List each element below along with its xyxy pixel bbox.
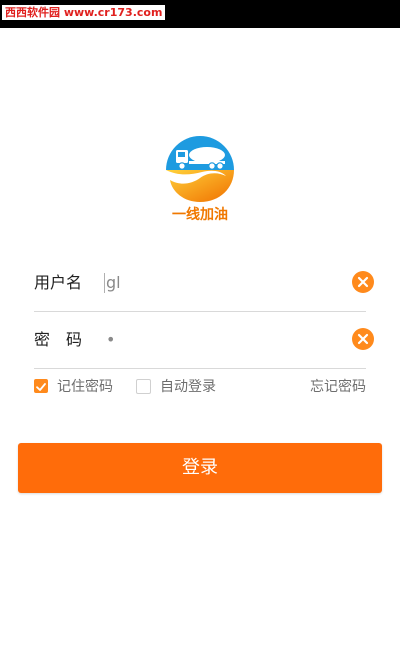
login-options: 记住密码 自动登录 忘记密码	[34, 378, 366, 398]
forgot-password-link[interactable]: 忘记密码	[310, 378, 366, 396]
clear-x-icon	[357, 276, 369, 288]
app-logo: 一线加油	[162, 134, 238, 226]
app-name: 一线加油	[172, 207, 228, 223]
username-row: 用户名 gl	[34, 255, 374, 312]
remember-password-checkbox[interactable]	[34, 379, 48, 393]
watermark: 西西软件园 www.cr173.com	[2, 5, 166, 20]
oil-tanker-truck-logo-icon	[166, 136, 234, 202]
remember-password-label[interactable]: 记住密码	[57, 378, 113, 396]
password-label: 密 码	[34, 330, 83, 349]
text-cursor	[104, 273, 105, 293]
password-input[interactable]: •	[106, 329, 306, 351]
password-row: 密 码 •	[34, 312, 374, 369]
username-input[interactable]: gl	[106, 272, 306, 294]
checkmark-icon	[36, 383, 46, 391]
auto-login-checkbox[interactable]	[136, 379, 151, 394]
login-button[interactable]: 登录	[18, 443, 382, 493]
login-screen: 西西软件园 www.cr173.com 一线加油 用户名 gl 密 码 • 记住…	[0, 0, 400, 661]
username-label: 用户名	[34, 273, 83, 292]
clear-x-icon	[357, 333, 369, 345]
clear-username-button[interactable]	[352, 271, 374, 293]
clear-password-button[interactable]	[352, 328, 374, 350]
auto-login-label[interactable]: 自动登录	[160, 378, 216, 396]
